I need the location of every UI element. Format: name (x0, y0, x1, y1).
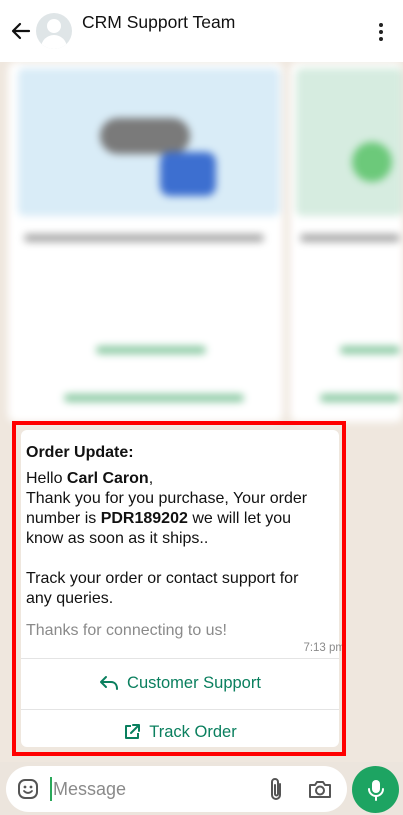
message-greeting: Hello Carl Caron, (26, 470, 154, 487)
emoji-button[interactable] (6, 766, 50, 812)
track-order-button[interactable]: Track Order (21, 708, 339, 756)
message-order-text: Thank you for you purchase, Your order n… (26, 490, 312, 547)
reply-icon (100, 676, 119, 690)
external-link-icon (125, 724, 141, 739)
back-button[interactable] (6, 11, 36, 51)
microphone-icon (367, 779, 384, 801)
customer-name: Carl Caron (66, 470, 149, 487)
message-composer (6, 766, 347, 812)
message-title: Order Update: (26, 444, 134, 461)
customer-support-label: Customer Support (127, 673, 261, 692)
blurred-carousel (0, 62, 403, 422)
paperclip-icon (271, 778, 281, 800)
avatar[interactable] (36, 13, 72, 49)
more-vertical-icon[interactable] (369, 18, 393, 46)
message-track-text: Track your order or contact support for … (26, 570, 303, 607)
emoji-icon (18, 779, 38, 799)
message-timestamp: 7:13 pm (303, 642, 345, 654)
chat-header: CRM Support Team (0, 0, 403, 62)
attach-button[interactable] (262, 775, 290, 803)
arrow-left-icon (11, 22, 31, 40)
track-order-label: Track Order (149, 722, 237, 741)
microphone-button[interactable] (352, 766, 399, 813)
message-input[interactable] (52, 774, 252, 804)
customer-support-button[interactable]: Customer Support (21, 659, 339, 707)
order-number: PDR189202 (100, 510, 188, 527)
message-footer: Thanks for connecting to us! (26, 622, 227, 639)
camera-icon (309, 781, 331, 798)
order-update-message: Order Update: Hello Carl Caron, Thank yo… (21, 430, 345, 747)
chat-title[interactable]: CRM Support Team (82, 12, 235, 33)
camera-button[interactable] (306, 775, 334, 803)
